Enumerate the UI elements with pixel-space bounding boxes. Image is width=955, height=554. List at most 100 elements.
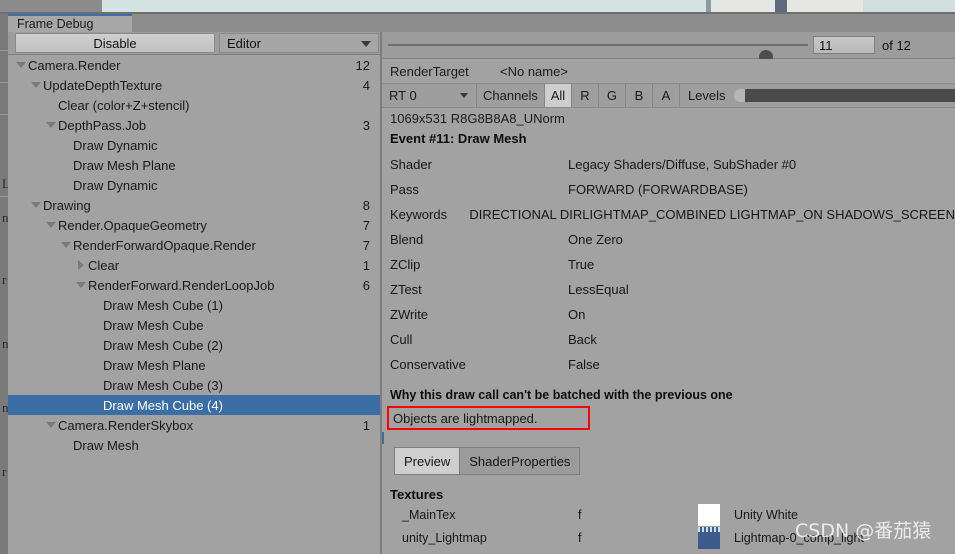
- levels-slider-knob[interactable]: [733, 89, 745, 102]
- tree-row[interactable]: Camera.Render 12: [8, 55, 380, 75]
- property-value: False: [568, 357, 600, 372]
- channel-button-a[interactable]: A: [651, 84, 679, 107]
- tree-row-label: Camera.Render: [28, 57, 121, 73]
- property-row: Cull Back: [382, 327, 955, 352]
- texture-thumbnail: [698, 503, 720, 526]
- channel-button-g[interactable]: G: [597, 84, 625, 107]
- tree-row[interactable]: Draw Mesh Cube (4): [8, 395, 380, 415]
- bg-strip-left: [0, 0, 102, 12]
- rt-index-dropdown[interactable]: RT 0: [382, 84, 477, 107]
- tree-row[interactable]: DepthPass.Job 3: [8, 115, 380, 135]
- bg-strip-light-a: [711, 0, 775, 12]
- property-key: ZTest: [390, 282, 422, 297]
- tree-toggle-spacer: [89, 295, 102, 315]
- tree-row-label: Camera.RenderSkybox: [58, 417, 194, 433]
- tree-row-count: 8: [362, 197, 370, 213]
- caret-down-icon[interactable]: [14, 55, 27, 75]
- caret-down-icon[interactable]: [44, 215, 57, 235]
- channel-a-label: A: [661, 88, 671, 103]
- tree-toggle-spacer: [89, 375, 102, 395]
- property-row: Pass FORWARD (FORWARDBASE): [382, 177, 955, 202]
- property-row: ZTest LessEqual: [382, 277, 955, 302]
- levels-slider[interactable]: Levels: [678, 84, 955, 107]
- property-key: Shader: [390, 157, 432, 172]
- caret-down-icon[interactable]: [59, 235, 72, 255]
- background-window-strip: [0, 0, 955, 12]
- tree-row[interactable]: Draw Dynamic: [8, 135, 380, 155]
- batching-title: Why this draw call can't be batched with…: [390, 388, 733, 402]
- texture-row[interactable]: _MainTex f Unity White: [382, 503, 955, 526]
- target-dropdown[interactable]: Editor: [219, 33, 379, 53]
- tree-row[interactable]: RenderForwardOpaque.Render 7: [8, 235, 380, 255]
- caret-down-icon[interactable]: [29, 75, 42, 95]
- channel-g-label: G: [606, 88, 617, 103]
- tree-row-count: 12: [355, 57, 370, 73]
- tab-frame-debug-label: Frame Debug: [17, 17, 94, 31]
- bg-strip-cyan-b: [863, 0, 955, 12]
- tree-row[interactable]: Clear 1: [8, 255, 380, 275]
- event-slider-track[interactable]: [388, 44, 808, 64]
- tree-row[interactable]: UpdateDepthTexture 4: [8, 75, 380, 95]
- window-tabbar: Frame Debug: [8, 14, 955, 33]
- caret-down-icon[interactable]: [74, 275, 87, 295]
- texture-flag: f: [578, 507, 582, 522]
- levels-label: Levels: [687, 88, 726, 103]
- frame-event-tree[interactable]: Camera.Render 12 UpdateDepthTexture 4 Clear …: [8, 55, 380, 554]
- channel-b-label: B: [634, 88, 644, 103]
- textures-title: Textures: [390, 486, 444, 502]
- tree-row[interactable]: Draw Mesh Cube: [8, 315, 380, 335]
- tree-row[interactable]: Drawing 8: [8, 195, 380, 215]
- tree-row[interactable]: Draw Mesh Plane: [8, 155, 380, 175]
- tree-row[interactable]: Draw Mesh Plane: [8, 355, 380, 375]
- tree-row-label: Draw Mesh Cube (4): [103, 397, 223, 413]
- current-event-input[interactable]: 11: [813, 36, 875, 54]
- rt-index-value: RT 0: [389, 88, 417, 103]
- tree-row-label: Draw Mesh: [73, 437, 139, 453]
- tree-row[interactable]: Draw Dynamic: [8, 175, 380, 195]
- tree-toggle-spacer: [89, 395, 102, 415]
- property-key: ZClip: [390, 257, 421, 272]
- property-key: ZWrite: [390, 307, 429, 322]
- caret-right-icon[interactable]: [74, 255, 87, 275]
- tab-preview[interactable]: Preview: [395, 448, 460, 474]
- tab-frame-debug[interactable]: Frame Debug: [8, 14, 132, 32]
- tree-toggle-spacer: [59, 155, 72, 175]
- chevron-down-icon: [460, 93, 468, 98]
- channel-r-label: R: [580, 88, 590, 103]
- textures-list: _MainTex f Unity White unity_Lightmap f Light…: [382, 503, 955, 549]
- channel-button-b[interactable]: B: [624, 84, 652, 107]
- tab-shader-properties-label: ShaderProperties: [469, 453, 571, 469]
- tree-row[interactable]: RenderForward.RenderLoopJob 6: [8, 275, 380, 295]
- tree-toggle-spacer: [59, 135, 72, 155]
- frame-debugger-screenshot: L n r n n r Frame Debug Disable Editor C…: [0, 0, 955, 554]
- property-row: ZClip True: [382, 252, 955, 277]
- property-key: Conservative: [390, 357, 466, 372]
- disable-button[interactable]: Disable: [15, 33, 215, 53]
- texture-row[interactable]: unity_Lightmap f Lightmap-0_comp_light: [382, 526, 955, 549]
- channel-button-r[interactable]: R: [570, 84, 598, 107]
- tree-row-label: Render.OpaqueGeometry: [58, 217, 207, 233]
- tree-row[interactable]: Draw Mesh: [8, 435, 380, 455]
- channel-button-all[interactable]: All: [543, 84, 571, 107]
- caret-down-icon[interactable]: [44, 415, 57, 435]
- left-toolbar: Disable Editor: [8, 32, 380, 55]
- tree-row[interactable]: Clear (color+Z+stencil): [8, 95, 380, 115]
- caret-down-icon[interactable]: [29, 195, 42, 215]
- caret-down-icon[interactable]: [44, 115, 57, 135]
- tree-row[interactable]: Draw Mesh Cube (2): [8, 335, 380, 355]
- event-total-label: of 12: [882, 37, 911, 53]
- property-row: Shader Legacy Shaders/Diffuse, SubShader …: [382, 152, 955, 177]
- tree-row[interactable]: Draw Mesh Cube (1): [8, 295, 380, 315]
- tab-shader-properties[interactable]: ShaderProperties: [459, 448, 580, 474]
- property-row: Keywords DIRECTIONAL DIRLIGHTMAP_COMBINED…: [382, 202, 955, 227]
- tree-row[interactable]: Draw Mesh Cube (3): [8, 375, 380, 395]
- property-value: Back: [568, 332, 597, 347]
- render-target-name: <No name>: [500, 63, 568, 79]
- tree-row-label: Draw Mesh Cube (2): [103, 337, 223, 353]
- tree-row[interactable]: Camera.RenderSkybox 1: [8, 415, 380, 435]
- bg-strip-light-b: [787, 0, 863, 12]
- tree-row-count: 6: [362, 277, 370, 293]
- tree-row[interactable]: Render.OpaqueGeometry 7: [8, 215, 380, 235]
- tree-row-count: 3: [362, 117, 370, 133]
- property-row: ZWrite On: [382, 302, 955, 327]
